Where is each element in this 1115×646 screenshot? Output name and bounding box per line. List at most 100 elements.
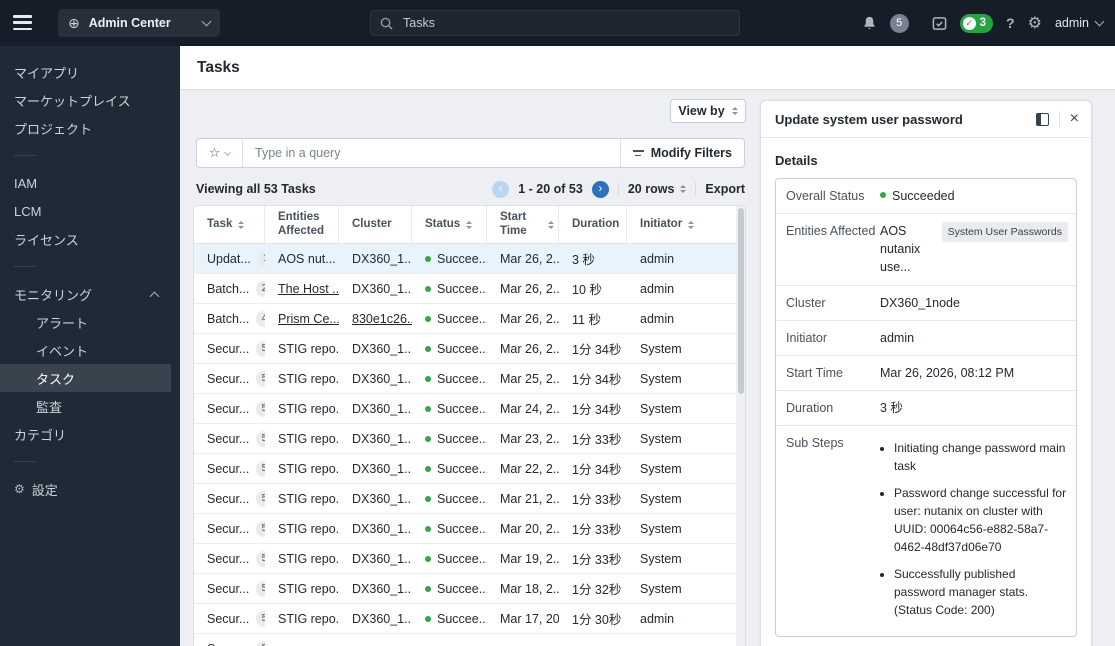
column-header[interactable]: Initiator [627,206,745,243]
detail-label: Overall Status [786,189,865,203]
sub-steps-list: Initiating change password main task Pass… [880,434,1068,628]
cell-task[interactable]: Secur... [207,402,249,416]
subtask-count-badge: 5 [256,400,265,417]
sidebar-nav: マイアプリ マーケットプレイス プロジェクト IAM LCM ライセンスモニタリング アラー… [0,46,180,646]
table-row[interactable]: Secur... 5 STIG repo... DX360_1... Succee...… [194,514,745,544]
query-bar: ☆ Modify Filters [196,138,745,168]
table-row[interactable]: Secur... 5 STIG repo... DX360_1... Succee...… [194,574,745,604]
table-row[interactable]: Secur... 5 STIG repo... DX360_1... Succee...… [194,544,745,574]
sidebar-item-settings[interactable]: ⚙ 設定 [0,475,180,503]
sidebar-item-events[interactable]: イベント [0,336,180,364]
export-button[interactable]: Export [705,182,745,196]
cell-task[interactable]: Secur... [207,522,249,536]
column-header[interactable]: Start Time [487,206,559,243]
cell-initiator: System [640,581,682,596]
table-row[interactable]: Secur... 5 STIG repo... DX360_1... Succee...… [194,394,745,424]
cell-task[interactable]: Batch... [207,312,249,326]
cell-entities: STIG repo... [278,581,339,596]
cell-status: Succee... [437,401,487,416]
sidebar-item-marketplace[interactable]: マーケットプレイス [0,86,180,114]
sidebar-item-audit[interactable]: 監査 [0,392,180,420]
cell-task[interactable]: Updat... [207,252,251,266]
notification-count-badge[interactable]: 5 [889,13,909,33]
view-by-button[interactable]: View by [670,99,746,123]
table-row[interactable]: Batch... 4 Prism Ce... 830e1c26... Succee...… [194,304,745,334]
cell-entities[interactable]: The Host ... [278,282,339,296]
cell-task[interactable]: Secur... [207,462,249,476]
sidebar-item-my-apps[interactable]: マイアプリ [0,58,180,86]
global-search[interactable] [370,10,740,36]
rows-per-page-select[interactable]: 20 rows [628,182,687,196]
table-row[interactable]: Secur... 5 STIG repo... DX360_1... Succee...… [194,454,745,484]
sidebar-item-label: LCM [14,203,42,219]
page-header: Tasks [180,46,1115,90]
table-row[interactable]: Batch... 2 The Host ... DX360_1... Succee...… [194,274,745,304]
table-row[interactable]: Secur... 5 STIG repo... DX360_1... Succee...… [194,334,745,364]
sidebar-item-license[interactable]: ライセンス [0,225,180,253]
table-row[interactable]: Secur... 5 STIG repo... DX360_1... Succee...… [194,364,745,394]
sidebar-item-iam[interactable]: IAM [0,169,180,197]
app-switcher-select[interactable]: ⊕ Admin Center [58,9,220,37]
sidebar-item-lcm[interactable]: LCM [0,197,180,225]
cell-task[interactable]: Secur... [207,432,249,446]
sidebar-item-monitoring[interactable]: モニタリング [0,280,180,308]
cell-initiator: admin [640,311,675,326]
table-row[interactable]: Updat... 1 AOS nut... DX360_1... Succee... Ma… [194,244,745,274]
tasks-status-badge[interactable]: ✓ 3 [959,13,994,33]
detail-value: 3 秒 [880,400,903,415]
sidebar-item-tasks[interactable]: タスク [0,364,171,392]
query-input[interactable] [243,146,620,160]
table-row[interactable]: Secur... 5 STIG repo... DX360_1... Succee...… [194,424,745,454]
scrollbar-thumb[interactable] [737,208,744,394]
subtask-count-badge: 5 [256,370,265,387]
hamburger-menu-icon[interactable] [13,15,32,30]
subtask-count-badge: 5 [256,490,265,507]
sidebar-item-label: タスク [36,371,76,387]
sidebar-item-alerts[interactable]: アラート [0,308,180,336]
cell-task[interactable]: Secur... [207,552,249,566]
cell-task[interactable]: Secur... [207,492,249,506]
table-row[interactable]: Secur... 5 STIG repo... DX360_1... Succee...… [194,604,745,634]
table-row[interactable]: Secur... 5 STIG repo... DX360_1... Succee...… [194,484,745,514]
cell-task[interactable]: Secur... [207,582,249,596]
bell-icon[interactable] [862,15,877,31]
gear-icon[interactable]: ⚙ [1028,13,1042,33]
next-page-button[interactable]: › [591,180,609,198]
sidebar-divider [14,461,36,462]
column-header[interactable]: Status [412,206,487,243]
cell-task[interactable]: Secur... [207,612,249,626]
cell-task[interactable]: Secur... [207,342,249,356]
cell-task[interactable]: Secur... [207,372,249,386]
expand-panel-icon[interactable] [1035,112,1049,126]
status-dot [425,615,431,622]
cell-duration: 1分 32秒 [572,583,622,597]
sub-step-item: Successfully published password manager … [894,565,1068,619]
cell-duration: 1分 34秒 [572,343,622,357]
sidebar-item-projects[interactable]: プロジェクト [0,114,180,142]
page-title: Tasks [197,58,240,76]
table-scrollbar[interactable] [736,206,745,646]
cell-start-time: Mar 26, 2... [500,341,559,356]
prev-page-button[interactable]: ‹ [492,180,510,198]
global-search-input[interactable] [401,15,730,31]
cell-task[interactable]: Secur... [207,642,249,646]
column-header[interactable]: Task [194,206,265,243]
status-dot [425,375,431,382]
panel-title: Update system user password [775,111,963,127]
user-menu[interactable]: admin [1055,16,1105,30]
tasks-icon[interactable] [932,16,947,31]
cell-task[interactable]: Batch... [207,282,249,296]
subtask-count-badge: 5 [256,460,265,477]
sidebar-item-categories[interactable]: カテゴリ [0,420,180,448]
table-row[interactable]: Secur... 5 [194,634,745,646]
saved-queries-button[interactable]: ☆ [197,139,243,167]
modify-filters-button[interactable]: Modify Filters [619,139,744,167]
status-dot [425,285,431,292]
subtask-count-badge: 4 [256,310,265,327]
cell-entities[interactable]: Prism Ce... [278,312,339,326]
cell-status: Succee... [437,371,487,386]
app-switcher-label: Admin Center [88,16,171,30]
help-icon[interactable]: ? [1006,15,1015,31]
close-icon[interactable]: × [1070,111,1079,127]
cell-cluster[interactable]: 830e1c26... [352,312,412,326]
